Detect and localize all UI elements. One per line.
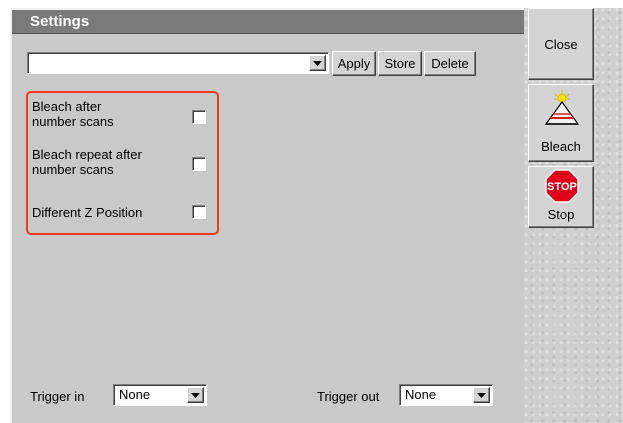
- bleach-button-label: Bleach: [541, 139, 581, 154]
- stop-sign-icon: STOP: [545, 169, 579, 203]
- preset-dropdown-button[interactable]: [309, 55, 326, 71]
- chevron-down-icon: [313, 60, 322, 66]
- bleach-options-group: Bleach after number scans Bleach repeat …: [26, 91, 219, 235]
- bleach-repeat-label: Bleach repeat after number scans: [32, 147, 142, 177]
- delete-button[interactable]: Delete: [424, 51, 476, 76]
- bleach-button[interactable]: Bleach: [528, 84, 594, 162]
- bleach-after-label: Bleach after number scans: [32, 99, 114, 129]
- bleach-icon: [544, 90, 580, 125]
- trigger-out-value: None: [405, 387, 437, 402]
- panel-title: Settings: [12, 10, 524, 34]
- chevron-down-icon: [191, 392, 200, 398]
- stop-button-label: Stop: [547, 207, 575, 222]
- close-button-label: Close: [544, 37, 578, 52]
- app-frame: Settings Apply Store Delete Bleach after…: [10, 8, 623, 423]
- different-z-label: Different Z Position: [32, 205, 143, 220]
- trigger-out-label: Trigger out: [317, 389, 380, 404]
- chevron-down-icon: [477, 392, 486, 398]
- trigger-in-select[interactable]: None: [113, 384, 207, 406]
- settings-panel: Settings Apply Store Delete Bleach after…: [10, 8, 524, 423]
- trigger-in-dropdown-button[interactable]: [187, 387, 204, 403]
- trigger-out-dropdown-button[interactable]: [473, 387, 490, 403]
- bleach-after-checkbox[interactable]: [192, 110, 206, 124]
- trigger-out-select[interactable]: None: [399, 384, 493, 406]
- close-button[interactable]: Close: [528, 8, 594, 80]
- trigger-in-label: Trigger in: [30, 389, 85, 404]
- side-toolbar: Close Bleach STOP Stop: [524, 8, 623, 423]
- preset-select[interactable]: [27, 52, 329, 74]
- trigger-in-value: None: [119, 387, 151, 402]
- apply-button[interactable]: Apply: [332, 51, 376, 76]
- different-z-checkbox[interactable]: [192, 205, 206, 219]
- stop-button[interactable]: STOP Stop: [528, 166, 594, 228]
- store-button[interactable]: Store: [378, 51, 422, 76]
- bleach-repeat-checkbox[interactable]: [192, 157, 206, 171]
- stop-sign-text: STOP: [547, 181, 577, 193]
